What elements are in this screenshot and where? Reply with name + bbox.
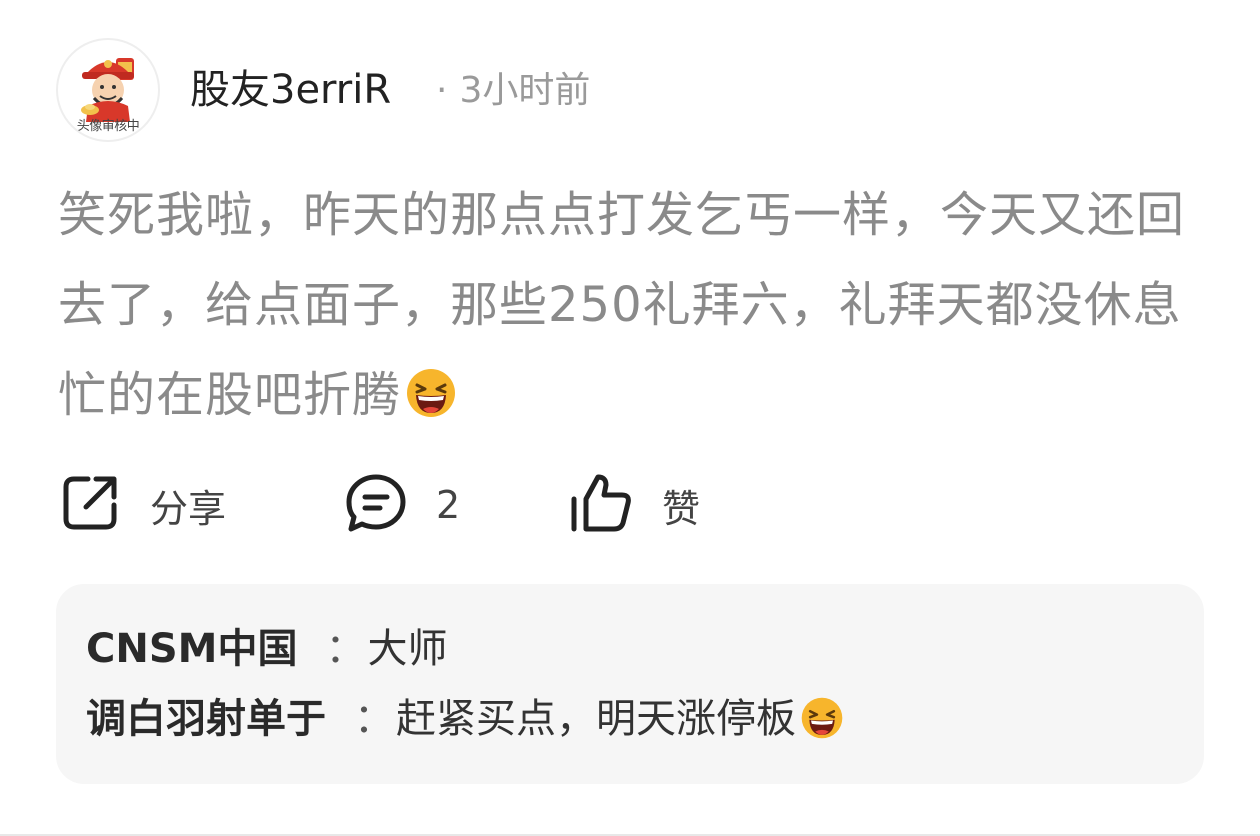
avatar[interactable]: 头像审核中 xyxy=(56,38,160,142)
reply-text: 赶紧买点，明天涨停板 xyxy=(396,696,796,742)
reply-text: 大师 xyxy=(367,626,448,672)
post-content[interactable]: 笑死我啦，昨天的那点点打发乞丐一样，今天又还回去了，给点面子，那些250礼拜六，… xyxy=(58,170,1208,448)
reply-item[interactable]: CNSM中国 ：大师 xyxy=(86,614,1174,684)
laughing-emoji-icon xyxy=(405,358,457,448)
avatar-review-badge: 头像审核中 xyxy=(76,119,140,134)
action-bar: 分享 2 赞 xyxy=(58,470,958,540)
post-meta: · 3小时前 xyxy=(436,66,590,116)
like-label: 赞 xyxy=(662,486,701,531)
comment-count: 2 xyxy=(436,483,461,527)
reply-author[interactable]: 调白羽射单于 xyxy=(86,696,326,742)
author-name[interactable]: 股友3erriR xyxy=(190,64,391,116)
reply-separator: ： xyxy=(325,626,366,672)
share-icon xyxy=(58,471,122,539)
meta-separator: · xyxy=(436,70,448,111)
post-card: 头像审核中 股友3erriR · 3小时前 笑死我啦，昨天的那点点打发乞丐一样，今… xyxy=(0,0,1260,836)
share-button[interactable]: 分享 xyxy=(58,470,226,540)
post-time: 3小时前 xyxy=(459,70,591,111)
share-label: 分享 xyxy=(150,486,227,531)
laughing-emoji-icon xyxy=(800,692,844,762)
thumbs-up-icon xyxy=(568,471,634,539)
comment-icon xyxy=(344,471,408,539)
reply-item[interactable]: 调白羽射单于 ：赶紧买点，明天涨停板 xyxy=(86,684,1174,754)
reply-separator: ： xyxy=(354,696,394,742)
reply-preview[interactable]: CNSM中国 ：大师 调白羽射单于 ：赶紧买点，明天涨停板 xyxy=(56,584,1204,784)
comment-button[interactable]: 2 xyxy=(344,470,460,540)
like-button[interactable]: 赞 xyxy=(568,470,700,540)
reply-author[interactable]: CNSM中国 xyxy=(86,626,297,672)
post-text: 笑死我啦，昨天的那点点打发乞丐一样，今天又还回去了，给点面子，那些250礼拜六，… xyxy=(58,187,1186,423)
